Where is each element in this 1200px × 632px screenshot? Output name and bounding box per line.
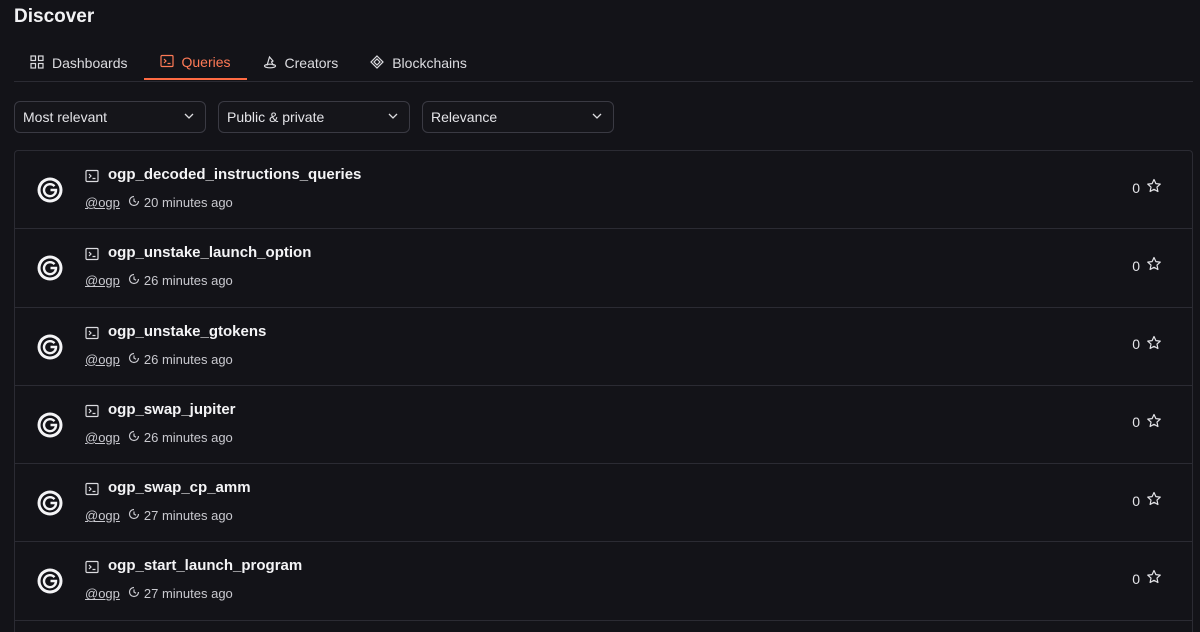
query-title[interactable]: ogp_unstake_launch_option [108,244,311,261]
query-title[interactable]: ogp_start_launch_program [108,557,302,574]
star-count: 0 [1132,569,1162,588]
tab-label: Dashboards [52,55,128,71]
star-value: 0 [1132,492,1140,509]
star-value: 0 [1132,336,1140,353]
star-icon[interactable] [1146,491,1162,510]
tab-label: Queries [181,54,231,70]
clock-icon [120,195,144,210]
clock-icon [120,508,144,523]
query-meta: @ogp 27 minutes ago [85,586,233,601]
author-link[interactable]: @ogp [85,195,120,210]
query-time: 26 minutes ago [143,429,233,445]
avatar[interactable] [37,412,63,438]
query-time: 26 minutes ago [143,273,233,289]
star-icon[interactable] [1146,413,1162,432]
select-value: Most relevant [23,109,108,125]
list-item[interactable]: ogp_unstake_launch_option @ogp 26 minute… [15,229,1192,308]
author-link[interactable]: @ogp [85,273,120,288]
query-time: 27 minutes ago [143,586,233,602]
query-meta: @ogp 20 minutes ago [85,195,233,210]
tab-bar: Dashboards Queries Creators Blockchains [14,46,1193,82]
query-title[interactable]: ogp_swap_cp_amm [108,479,251,496]
star-icon[interactable] [1146,178,1162,197]
star-count: 0 [1132,413,1162,432]
clock-icon [120,352,144,367]
terminal-icon [85,560,99,574]
chevron-down-icon [183,109,195,125]
author-link[interactable]: @ogp [85,352,120,367]
query-list: ogp_decoded_instructions_queries @ogp 20… [14,150,1193,632]
tab-label: Creators [284,55,339,71]
terminal-icon [85,404,99,418]
visibility-select[interactable]: Public & private [218,101,410,133]
terminal-icon [85,326,99,340]
list-item[interactable]: ogp_swap_jupiter @ogp 26 minutes ago 0 [15,386,1192,465]
wizard-hat-icon [263,55,277,72]
query-title[interactable]: ogp_decoded_instructions_queries [108,166,361,183]
tab-blockchains[interactable]: Blockchains [354,46,483,80]
star-icon[interactable] [1146,569,1162,588]
star-value: 0 [1132,414,1140,431]
star-icon[interactable] [1146,256,1162,275]
star-value: 0 [1132,570,1140,587]
select-value: Relevance [431,109,498,125]
avatar[interactable] [37,568,63,594]
clock-icon [120,586,144,601]
list-item[interactable]: ogp_swap_cp_amm @ogp 27 minutes ago 0 [15,464,1192,543]
author-link[interactable]: @ogp [85,508,120,523]
avatar[interactable] [37,490,63,516]
query-title[interactable]: ogp_unstake_gtokens [108,323,266,340]
query-meta: @ogp 26 minutes ago [85,352,233,367]
clock-icon [120,273,144,288]
avatar[interactable] [37,255,63,281]
grid-icon [30,54,44,72]
star-count: 0 [1132,335,1162,354]
order-select[interactable]: Relevance [422,101,614,133]
page-title: Discover [14,6,95,27]
terminal-icon [85,247,99,261]
query-time: 27 minutes ago [143,508,233,524]
star-value: 0 [1132,257,1140,274]
terminal-icon [85,482,99,496]
select-value: Public & private [227,109,325,125]
query-meta: @ogp 26 minutes ago [85,273,233,288]
chevron-down-icon [591,109,603,125]
star-count: 0 [1132,256,1162,275]
diamond-icon [370,54,385,72]
query-title[interactable]: ogp_swap_jupiter [108,401,236,418]
query-meta: @ogp 26 minutes ago [85,430,233,445]
star-value: 0 [1132,179,1140,196]
list-item[interactable]: ogp_unstake_gtokens @ogp 26 minutes ago … [15,308,1192,386]
query-time: 26 minutes ago [143,351,233,367]
tab-label: Blockchains [392,55,467,71]
chevron-down-icon [387,109,399,125]
star-count: 0 [1132,178,1162,197]
terminal-icon [85,169,99,183]
query-time: 20 minutes ago [143,195,233,210]
avatar[interactable] [37,334,63,360]
star-count: 0 [1132,491,1162,510]
list-item[interactable]: ogp_start_launch_program @ogp 27 minutes… [15,542,1192,621]
avatar[interactable] [37,177,63,203]
list-item[interactable]: ogp_decoded_instructions_queries @ogp 20… [15,151,1192,230]
tab-dashboards[interactable]: Dashboards [14,46,144,80]
sort-select[interactable]: Most relevant [14,101,206,133]
tab-creators[interactable]: Creators [247,46,355,80]
terminal-icon [159,54,174,71]
author-link[interactable]: @ogp [85,586,120,601]
query-meta: @ogp 27 minutes ago [85,508,233,523]
filter-bar: Most relevant Public & private Relevance [14,101,614,133]
author-link[interactable]: @ogp [85,430,120,445]
tab-queries[interactable]: Queries [143,46,247,80]
clock-icon [120,430,144,445]
star-icon[interactable] [1146,335,1162,354]
